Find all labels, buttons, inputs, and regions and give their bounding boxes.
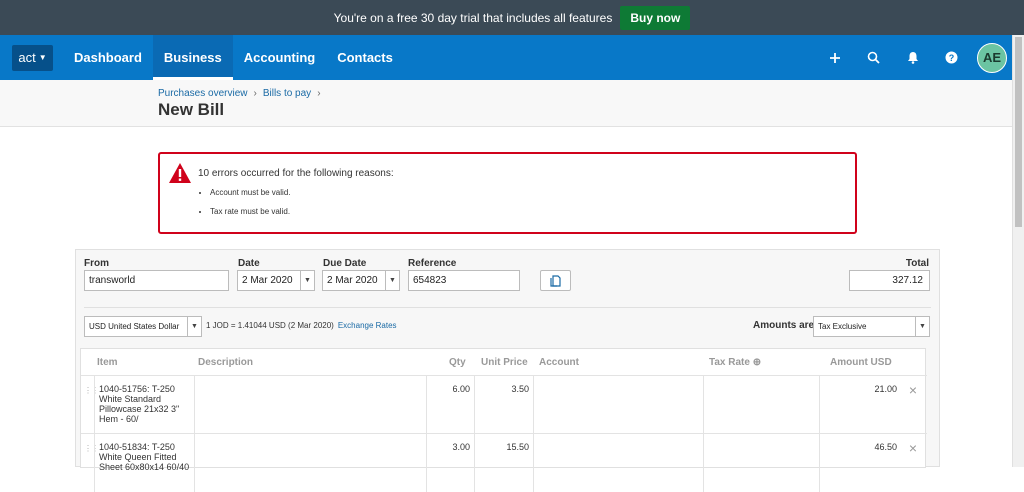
col-item: Item bbox=[97, 357, 118, 368]
cell-amount[interactable]: 21.00 bbox=[819, 376, 901, 434]
cell-amount[interactable]: 46.50 bbox=[819, 434, 901, 492]
org-menu-button[interactable]: act ▼ bbox=[12, 44, 53, 71]
breadcrumb-separator: › bbox=[253, 88, 257, 99]
nav-accounting[interactable]: Accounting bbox=[233, 35, 327, 80]
cell-tax-rate[interactable] bbox=[703, 376, 819, 434]
buy-now-button[interactable]: Buy now bbox=[620, 5, 691, 30]
scrollbar-thumb[interactable] bbox=[1015, 37, 1022, 227]
reference-label: Reference bbox=[408, 258, 457, 269]
cell-description[interactable] bbox=[194, 434, 426, 492]
total-label: Total bbox=[905, 258, 929, 269]
from-field[interactable]: transworld bbox=[84, 270, 229, 291]
exchange-rate-info: 1 JOD = 1.41044 USD (2 Mar 2020) Exchange… bbox=[206, 321, 397, 330]
cell-item[interactable]: 1040-51756: T-250 White Standard Pillowc… bbox=[94, 376, 194, 434]
svg-text:?: ? bbox=[949, 53, 955, 63]
error-title: 10 errors occurred for the following rea… bbox=[198, 168, 394, 179]
help-icon[interactable]: ? bbox=[932, 35, 971, 80]
cell-account[interactable] bbox=[533, 434, 703, 492]
info-icon[interactable]: ⊕ bbox=[753, 357, 761, 368]
amounts-are-value: Tax Exclusive bbox=[818, 322, 867, 331]
copy-icon bbox=[550, 274, 561, 287]
chevron-down-icon[interactable]: ▼ bbox=[385, 271, 399, 290]
breadcrumb-purchases-overview[interactable]: Purchases overview bbox=[158, 88, 247, 99]
search-icon[interactable] bbox=[854, 35, 893, 80]
due-date-value: 2 Mar 2020 bbox=[327, 275, 378, 286]
breadcrumb-bills-to-pay[interactable]: Bills to pay bbox=[263, 88, 311, 99]
currency-select[interactable]: USD United States Dollar ▼ bbox=[84, 316, 202, 337]
error-panel: 10 errors occurred for the following rea… bbox=[158, 152, 857, 234]
date-label: Date bbox=[238, 258, 260, 269]
trial-banner: You're on a free 30 day trial that inclu… bbox=[0, 0, 1024, 35]
table-header: Item Description Qty Unit Price Account … bbox=[81, 349, 927, 375]
cell-unit-price[interactable]: 15.50 bbox=[474, 434, 533, 492]
bill-form: From transworld Date 2 Mar 2020 ▼ Due Da… bbox=[75, 249, 940, 492]
cell-item[interactable]: 1040-51834: T-250 White Queen Fitted She… bbox=[94, 434, 194, 492]
page-header: Purchases overview › Bills to pay › New … bbox=[0, 80, 1012, 127]
cell-qty[interactable]: 3.00 bbox=[426, 434, 474, 492]
delete-row-icon[interactable]: × bbox=[909, 440, 917, 456]
divider bbox=[84, 307, 931, 308]
col-amount: Amount USD bbox=[830, 357, 892, 368]
warning-icon bbox=[169, 163, 191, 183]
breadcrumb-separator: › bbox=[317, 88, 321, 99]
chevron-down-icon[interactable]: ▼ bbox=[187, 317, 201, 336]
nav-business[interactable]: Business bbox=[152, 35, 233, 80]
chevron-down-icon: ▼ bbox=[38, 53, 47, 62]
cell-account[interactable] bbox=[533, 376, 703, 434]
due-date-field[interactable]: 2 Mar 2020 ▼ bbox=[322, 270, 400, 291]
breadcrumb: Purchases overview › Bills to pay › bbox=[158, 88, 321, 99]
bell-icon[interactable] bbox=[893, 35, 932, 80]
error-list: Account must be valid. Tax rate must be … bbox=[210, 188, 290, 226]
amounts-are-select[interactable]: Tax Exclusive ▼ bbox=[813, 316, 930, 337]
exchange-rates-link[interactable]: Exchange Rates bbox=[338, 321, 397, 330]
nav-contacts[interactable]: Contacts bbox=[326, 35, 404, 80]
top-nav: act ▼ Dashboard Business Accounting Cont… bbox=[0, 35, 1012, 80]
trial-text: You're on a free 30 day trial that inclu… bbox=[333, 10, 613, 25]
page-scrollbar[interactable] bbox=[1012, 35, 1024, 467]
delete-row-icon[interactable]: × bbox=[909, 382, 917, 398]
col-unit-price: Unit Price bbox=[481, 357, 528, 368]
table-row[interactable]: ⋮⋮ 1040-51756: T-250 White Standard Pill… bbox=[81, 375, 927, 434]
org-label: act bbox=[18, 50, 36, 65]
col-qty: Qty bbox=[449, 357, 466, 368]
amounts-are-label: Amounts are bbox=[753, 320, 815, 331]
copy-button[interactable] bbox=[540, 270, 571, 291]
cell-qty[interactable]: 6.00 bbox=[426, 376, 474, 434]
cell-tax-rate[interactable] bbox=[703, 434, 819, 492]
due-date-label: Due Date bbox=[323, 258, 367, 269]
cell-description[interactable] bbox=[194, 376, 426, 434]
plus-icon[interactable] bbox=[815, 35, 854, 80]
total-field: 327.12 bbox=[849, 270, 930, 291]
line-items-table: Item Description Qty Unit Price Account … bbox=[80, 348, 927, 492]
cell-unit-price[interactable]: 3.50 bbox=[474, 376, 533, 434]
avatar[interactable]: AE bbox=[977, 42, 1007, 73]
date-field[interactable]: 2 Mar 2020 ▼ bbox=[237, 270, 315, 291]
date-value: 2 Mar 2020 bbox=[242, 275, 293, 286]
col-account: Account bbox=[539, 357, 579, 368]
chevron-down-icon[interactable]: ▼ bbox=[915, 317, 929, 336]
error-item: Account must be valid. bbox=[210, 188, 290, 197]
chevron-down-icon[interactable]: ▼ bbox=[300, 271, 314, 290]
col-description: Description bbox=[198, 357, 254, 368]
col-tax-rate-label: Tax Rate bbox=[709, 357, 750, 368]
exchange-rate-text: 1 JOD = 1.41044 USD (2 Mar 2020) bbox=[206, 321, 334, 330]
col-tax-rate[interactable]: Tax Rate ⊕ bbox=[709, 357, 761, 368]
page-title: New Bill bbox=[158, 100, 225, 119]
nav-dashboard[interactable]: Dashboard bbox=[63, 35, 153, 80]
table-row[interactable]: ⋮⋮ 1040-51834: T-250 White Queen Fitted … bbox=[81, 433, 927, 492]
reference-field[interactable]: 654823 bbox=[408, 270, 520, 291]
currency-value: USD United States Dollar bbox=[89, 322, 180, 331]
error-item: Tax rate must be valid. bbox=[210, 207, 290, 216]
from-label: From bbox=[84, 258, 109, 269]
